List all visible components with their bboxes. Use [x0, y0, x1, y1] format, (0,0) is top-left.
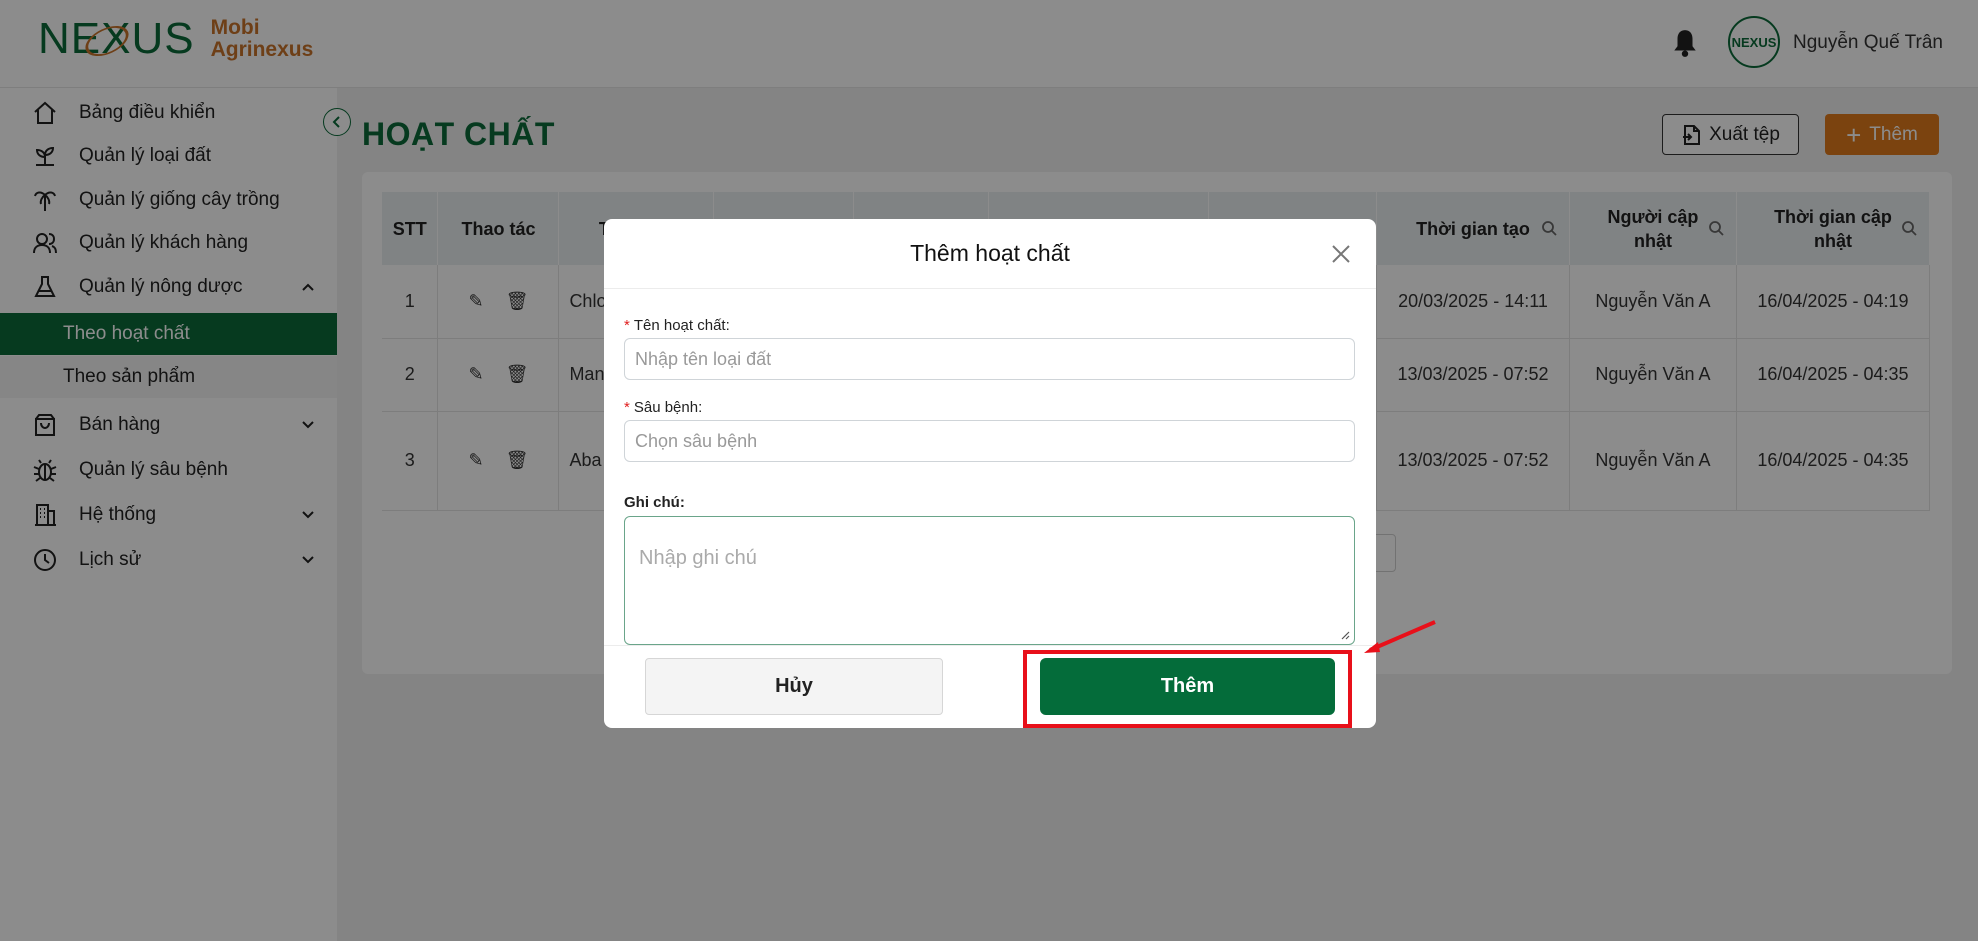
field-label-ingredient-name: * Tên hoạt chất:	[624, 317, 730, 334]
field-label-text: Sâu bệnh:	[633, 399, 703, 416]
field-label-pests: * Sâu bệnh:	[624, 399, 702, 416]
required-mark: *	[624, 317, 630, 334]
pests-select[interactable]: Chọn sâu bệnh	[624, 420, 1355, 462]
ingredient-name-input[interactable]: Nhập tên loại đất	[624, 338, 1355, 380]
cancel-button[interactable]: Hủy	[645, 658, 943, 715]
modal-header: Thêm hoạt chất	[604, 219, 1376, 289]
required-mark: *	[624, 399, 630, 416]
annotation-highlight-box	[1023, 650, 1352, 728]
resize-handle-icon[interactable]	[1340, 630, 1350, 640]
textarea-placeholder: Nhập ghi chú	[639, 547, 757, 569]
field-label-note: Ghi chú:	[624, 494, 685, 511]
annotation-arrow-icon	[1364, 620, 1436, 653]
modal-footer-divider	[604, 645, 1376, 646]
input-placeholder: Nhập tên loại đất	[635, 348, 772, 369]
modal-title: Thêm hoạt chất	[910, 240, 1070, 266]
select-placeholder: Chọn sâu bệnh	[635, 430, 758, 451]
close-icon[interactable]	[1330, 243, 1352, 265]
field-label-text: Tên hoạt chất:	[633, 317, 730, 334]
note-textarea[interactable]: Nhập ghi chú	[624, 516, 1355, 645]
